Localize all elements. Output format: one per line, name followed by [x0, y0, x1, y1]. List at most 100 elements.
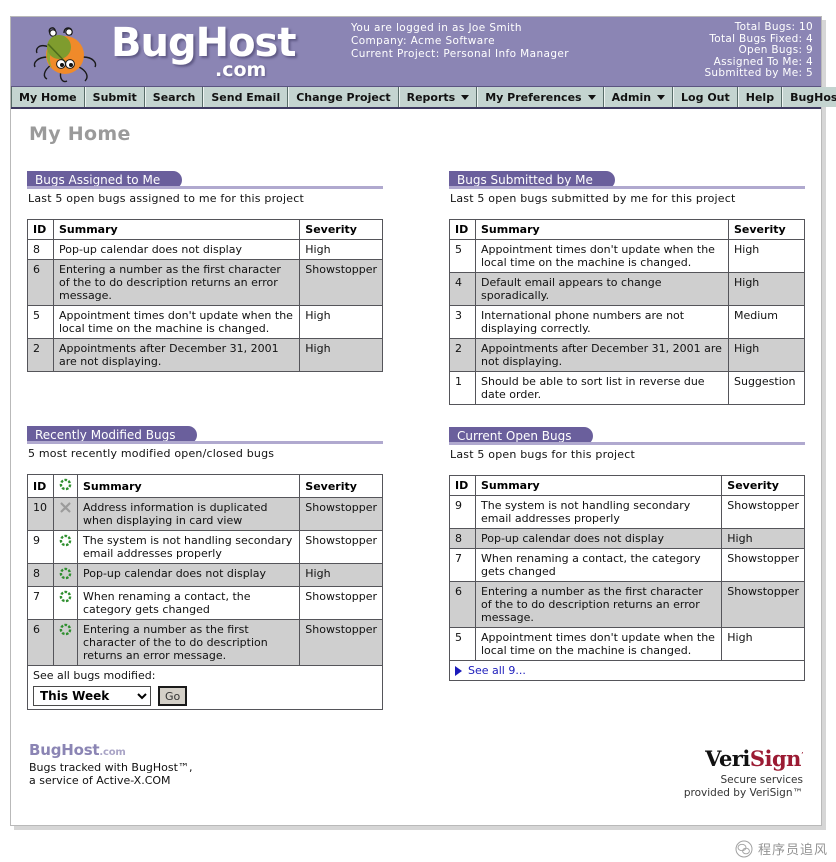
cell-severity: High — [299, 563, 383, 587]
verisign-v: V — [705, 746, 719, 771]
column-header-id[interactable]: ID — [449, 219, 476, 240]
table-row[interactable]: 2 Appointments after December 31, 2001 a… — [27, 338, 383, 372]
table-row[interactable]: 10 Address information is duplicated whe… — [27, 497, 383, 531]
period-selector-row: This Week Today This Month This Year Go — [33, 686, 377, 706]
table-row[interactable]: 2 Appointments after December 31, 2001 a… — [449, 338, 805, 372]
panel-rule — [27, 186, 383, 189]
cell-severity: Showstopper — [299, 586, 383, 620]
cell-severity: Showstopper — [299, 497, 383, 531]
verisign-badge: VeriSign’ Secure services provided by Ve… — [683, 745, 804, 800]
cell-summary: Pop-up calendar does not display — [52, 239, 301, 260]
cell-id: 9 — [27, 530, 54, 564]
verisign-line-2: provided by VeriSign™ — [683, 787, 803, 799]
nav-item-send-email[interactable]: Send Email — [203, 87, 289, 107]
company-text: Company: Acme Software — [351, 35, 495, 47]
table-row[interactable]: 5 Appointment times don't update when th… — [449, 627, 805, 661]
cell-summary: Pop-up calendar does not display — [76, 563, 301, 587]
chevron-down-icon — [657, 94, 666, 100]
table-row[interactable]: 9 The system is not handling secondary e… — [449, 495, 805, 529]
footer-branding: BugHost.com Bugs tracked with BugHost™, … — [29, 741, 192, 787]
table-row[interactable]: 3 International phone numbers are not di… — [449, 305, 805, 339]
footer-logo-suffix: .com — [99, 747, 126, 758]
nav-label: Send Email — [211, 90, 281, 104]
column-header-summary[interactable]: Summary — [76, 474, 301, 498]
see-all-open-area: See all 9... — [449, 660, 805, 681]
table-row[interactable]: 7 When renaming a contact, the category … — [27, 586, 383, 620]
nav-item-my-home[interactable]: My Home — [11, 87, 85, 107]
modified-period-select[interactable]: This Week Today This Month This Year — [33, 686, 151, 706]
table-row[interactable]: 5 Appointment times don't update when th… — [449, 239, 805, 273]
column-header-status[interactable] — [53, 474, 78, 498]
current-project-text: Current Project: Personal Info Manager — [351, 48, 569, 60]
cell-severity: Showstopper — [721, 495, 805, 529]
column-header-summary[interactable]: Summary — [52, 219, 301, 240]
panel-bugs-submitted-by-me: Bugs Submitted by Me Last 5 open bugs su… — [449, 171, 805, 405]
cell-id: 9 — [449, 495, 476, 529]
column-header-severity[interactable]: Severity — [721, 475, 805, 496]
table-header-row: ID Summary Severity — [449, 475, 805, 496]
column-header-severity[interactable]: Severity — [728, 219, 805, 240]
column-header-summary[interactable]: Summary — [474, 475, 723, 496]
open-status-icon — [59, 623, 72, 636]
cell-id: 2 — [449, 338, 476, 372]
nav-item-log-out[interactable]: Log Out — [673, 87, 738, 107]
nav-item-reports[interactable]: Reports — [398, 87, 478, 107]
nav-item-bughost-home[interactable]: BugHost Home — [782, 87, 836, 107]
cell-id: 1 — [449, 371, 476, 405]
go-button[interactable]: Go — [158, 686, 188, 706]
cell-severity: Showstopper — [299, 259, 383, 306]
nav-label: My Home — [19, 90, 77, 104]
app-window: BugHost .com You are logged in as Joe Sm… — [10, 16, 836, 826]
nav-item-help[interactable]: Help — [737, 87, 783, 107]
stat-total-bugs: Total Bugs: 10 — [734, 21, 813, 33]
cell-severity: Showstopper — [721, 581, 805, 628]
table-row[interactable]: 1 Should be able to sort list in reverse… — [449, 371, 805, 405]
brand-logo[interactable]: BugHost .com — [17, 19, 317, 85]
table-row[interactable]: 4 Default email appears to change sporad… — [449, 272, 805, 306]
assigned-bugs-table: ID Summary Severity 8 Pop-up calendar do… — [27, 219, 383, 372]
column-header-id[interactable]: ID — [27, 219, 54, 240]
cell-id: 5 — [27, 305, 54, 339]
nav-item-search[interactable]: Search — [144, 87, 204, 107]
column-header-id[interactable]: ID — [449, 475, 476, 496]
table-row[interactable]: 6 Entering a number as the first charact… — [27, 619, 383, 666]
page-footer: BugHost.com Bugs tracked with BugHost™, … — [27, 741, 805, 811]
table-row[interactable]: 7 When renaming a contact, the category … — [449, 548, 805, 582]
table-row[interactable]: 8 Pop-up calendar does not display High — [27, 239, 383, 260]
see-all-modified-label: See all bugs modified: — [33, 669, 156, 682]
nav-item-my-preferences[interactable]: My Preferences — [477, 87, 604, 107]
chevron-down-icon — [587, 94, 596, 100]
screenshot-root: BugHost .com You are logged in as Joe Sm… — [0, 0, 836, 862]
cell-status — [53, 497, 78, 531]
cell-summary: Entering a number as the first character… — [52, 259, 301, 306]
cell-id: 2 — [27, 338, 54, 372]
table-row[interactable]: 9 The system is not handling secondary e… — [27, 530, 383, 564]
panel-rule — [27, 441, 383, 444]
panel-rule — [449, 442, 805, 445]
column-header-summary[interactable]: Summary — [475, 219, 729, 240]
cell-summary: International phone numbers are not disp… — [475, 305, 729, 339]
column-header-id[interactable]: ID — [27, 474, 54, 498]
table-row[interactable]: 5 Appointment times don't update when th… — [27, 305, 383, 339]
column-header-severity[interactable]: Severity — [299, 474, 383, 498]
nav-item-change-project[interactable]: Change Project — [288, 87, 399, 107]
logged-in-text: You are logged in as Joe Smith — [351, 22, 522, 34]
right-column: Bugs Submitted by Me Last 5 open bugs su… — [449, 171, 805, 732]
cell-id: 6 — [27, 259, 54, 306]
column-header-severity[interactable]: Severity — [299, 219, 383, 240]
table-row[interactable]: 6 Entering a number as the first charact… — [27, 259, 383, 306]
cell-id: 6 — [449, 581, 476, 628]
footer-logo-name: BugHost — [29, 741, 100, 759]
table-row[interactable]: 8 Pop-up calendar does not display High — [449, 528, 805, 549]
nav-item-admin[interactable]: Admin — [603, 87, 674, 107]
cell-status — [53, 530, 78, 564]
cell-id: 6 — [27, 619, 54, 666]
cell-id: 5 — [449, 239, 476, 273]
nav-item-submit[interactable]: Submit — [84, 87, 145, 107]
cell-severity: High — [721, 627, 805, 661]
see-all-open-link[interactable]: See all 9... — [455, 664, 799, 677]
table-row[interactable]: 8 Pop-up calendar does not display High — [27, 563, 383, 587]
cell-summary: Appointments after December 31, 2001 are… — [52, 338, 301, 372]
table-row[interactable]: 6 Entering a number as the first charact… — [449, 581, 805, 628]
cell-id: 4 — [449, 272, 476, 306]
